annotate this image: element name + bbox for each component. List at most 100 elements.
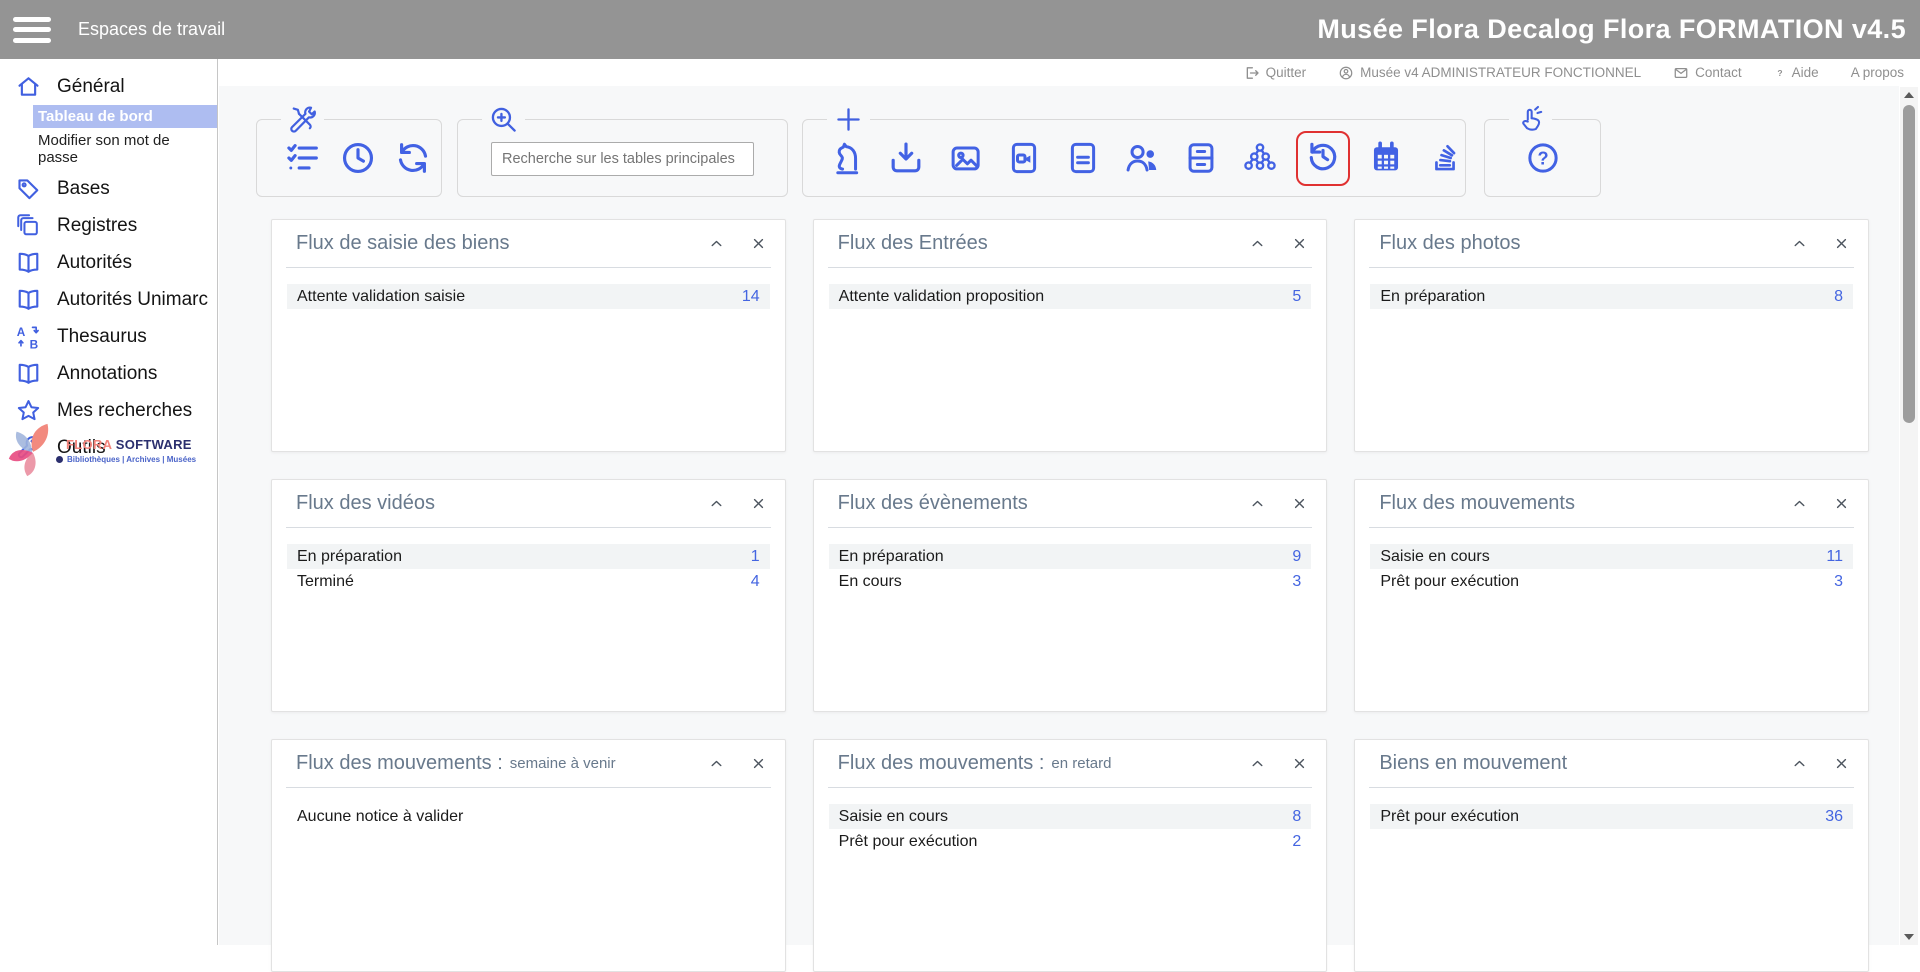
card-collapse-button[interactable]: [1791, 495, 1808, 512]
sign-out-icon: [1244, 65, 1260, 81]
status-label: Attente validation saisie: [297, 287, 466, 305]
card-close-button[interactable]: [1291, 235, 1308, 252]
card-header: Flux des photos: [1355, 220, 1868, 267]
card-close-button[interactable]: [1833, 755, 1850, 772]
hamburger-menu-icon[interactable]: [13, 16, 51, 43]
card-collapse-button[interactable]: [1249, 235, 1266, 252]
sidebar-item[interactable]: Autorités: [0, 244, 217, 281]
scroll-up-arrow-icon[interactable]: [1900, 87, 1918, 103]
linkbar-item-label: Quitter: [1265, 65, 1307, 80]
card-header: Flux des Entrées: [814, 220, 1327, 267]
status-label: En préparation: [297, 547, 402, 565]
toolbar-button-checklist[interactable]: [284, 139, 322, 177]
card-close-button[interactable]: [1291, 495, 1308, 512]
scrollbar-thumb[interactable]: [1903, 105, 1915, 423]
linkbar-item[interactable]: Contact: [1673, 65, 1742, 81]
tag-icon: [15, 175, 42, 202]
sidebar-subitem[interactable]: Tableau de bord: [33, 105, 217, 128]
toolbar-button-refresh[interactable]: [394, 139, 432, 177]
sidebar-item[interactable]: Autorités Unimarc: [0, 281, 217, 318]
status-count[interactable]: 1: [751, 548, 760, 566]
chevron-up-icon: [708, 235, 725, 252]
question-mark-icon: ?: [1774, 65, 1786, 81]
search-input[interactable]: [491, 142, 754, 176]
sidebar-item-label: Général: [57, 75, 125, 97]
linkbar-item-label: Musée v4 ADMINISTRATEUR FONCTIONNEL: [1360, 65, 1642, 80]
linkbar-item[interactable]: Musée v4 ADMINISTRATEUR FONCTIONNEL: [1338, 65, 1641, 81]
toolbar-button-chess-knight[interactable]: [828, 139, 866, 177]
linkbar-item[interactable]: ? Aide: [1774, 65, 1819, 81]
status-count[interactable]: 3: [1292, 573, 1301, 591]
toolbar-button-network[interactable]: [1241, 139, 1279, 177]
card-controls: [708, 495, 767, 512]
sidebar-item[interactable]: Registres: [0, 207, 217, 244]
card-close-button[interactable]: [750, 235, 767, 252]
card-collapse-button[interactable]: [1791, 755, 1808, 772]
linkbar-item[interactable]: Quitter: [1244, 65, 1307, 81]
toolbar-button-users[interactable]: [1123, 139, 1161, 177]
sidebar-item[interactable]: Général: [0, 68, 217, 105]
card-rows: Saisie en cours 11 Prêt pour exécution 3: [1370, 544, 1853, 594]
sidebar-nav: Général Tableau de bord Modifier son mot d…: [0, 59, 217, 466]
sidebar-item[interactable]: Bases: [0, 170, 217, 207]
card-collapse-button[interactable]: [708, 235, 725, 252]
book-icon: [15, 249, 42, 276]
toolbar-button-stack[interactable]: [1426, 139, 1464, 177]
sidebar-item[interactable]: Annotations: [0, 355, 217, 392]
card-close-button[interactable]: [1291, 755, 1308, 772]
toolbar-button-video-file[interactable]: [1005, 139, 1043, 177]
toolbar-button-calendar[interactable]: [1367, 139, 1405, 177]
linkbar-item-label: A propos: [1850, 65, 1904, 80]
svg-text:?: ?: [1537, 148, 1548, 168]
checklist-icon: [284, 139, 322, 177]
sidebar-subitem[interactable]: Modifier son mot de passe: [33, 129, 217, 169]
status-count[interactable]: 14: [742, 288, 760, 306]
toolbar-button-import[interactable]: [887, 139, 925, 177]
card-close-button[interactable]: [750, 755, 767, 772]
toolbar-button-history[interactable]: [1304, 137, 1342, 175]
dashboard-card: Flux des mouvements Saisie en cours 11 P…: [1354, 479, 1869, 712]
card-close-button[interactable]: [1833, 495, 1850, 512]
card-collapse-button[interactable]: [1249, 755, 1266, 772]
status-label: En préparation: [838, 547, 944, 565]
status-count[interactable]: 9: [1292, 548, 1301, 566]
card-title: Flux des photos: [1379, 232, 1521, 254]
dashboard-card: Flux des photos En préparation 8: [1354, 219, 1869, 452]
toolbar-button-image[interactable]: [946, 139, 984, 177]
card-divider: [1369, 527, 1854, 528]
chevron-up-icon: [1791, 755, 1808, 772]
sidebar-item[interactable]: AB Thesaurus: [0, 318, 217, 355]
toolbar-button-clock[interactable]: [339, 139, 377, 177]
status-label: Prêt pour exécution: [1380, 572, 1520, 590]
card-header: Flux de saisie des biens: [272, 220, 785, 267]
status-count[interactable]: 8: [1292, 808, 1301, 826]
status-count[interactable]: 8: [1834, 288, 1843, 306]
linkbar-item[interactable]: A propos: [1851, 65, 1904, 80]
dashboard-card: Flux des vidéos En préparation 1 Terminé…: [271, 479, 786, 712]
card-close-button[interactable]: [750, 495, 767, 512]
card-divider: [827, 267, 1313, 268]
card-divider: [286, 267, 771, 268]
status-count[interactable]: 11: [1826, 548, 1843, 566]
card-status-row: Attente validation saisie 14: [287, 284, 770, 309]
toolbar-button-drawer[interactable]: [1182, 139, 1220, 177]
status-count[interactable]: 3: [1834, 573, 1843, 591]
card-title: Flux des Entrées: [837, 232, 988, 254]
close-icon: [750, 755, 767, 772]
close-icon: [1833, 495, 1850, 512]
dashboard-card: Flux des mouvements : en retard Saisie e…: [812, 739, 1328, 972]
card-controls: [708, 235, 767, 252]
card-collapse-button[interactable]: [1791, 235, 1808, 252]
status-count[interactable]: 2: [1292, 833, 1301, 851]
card-collapse-button[interactable]: [1249, 495, 1266, 512]
card-collapse-button[interactable]: [708, 755, 725, 772]
status-count[interactable]: 4: [751, 573, 760, 591]
status-count[interactable]: 36: [1825, 808, 1843, 826]
toolbar-button-help[interactable]: ?: [1524, 139, 1562, 177]
card-collapse-button[interactable]: [708, 495, 725, 512]
scroll-down-arrow-icon[interactable]: [1900, 929, 1918, 945]
card-close-button[interactable]: [1833, 235, 1850, 252]
status-count[interactable]: 5: [1292, 288, 1301, 306]
card-controls: [1791, 235, 1850, 252]
toolbar-button-document[interactable]: [1064, 139, 1102, 177]
